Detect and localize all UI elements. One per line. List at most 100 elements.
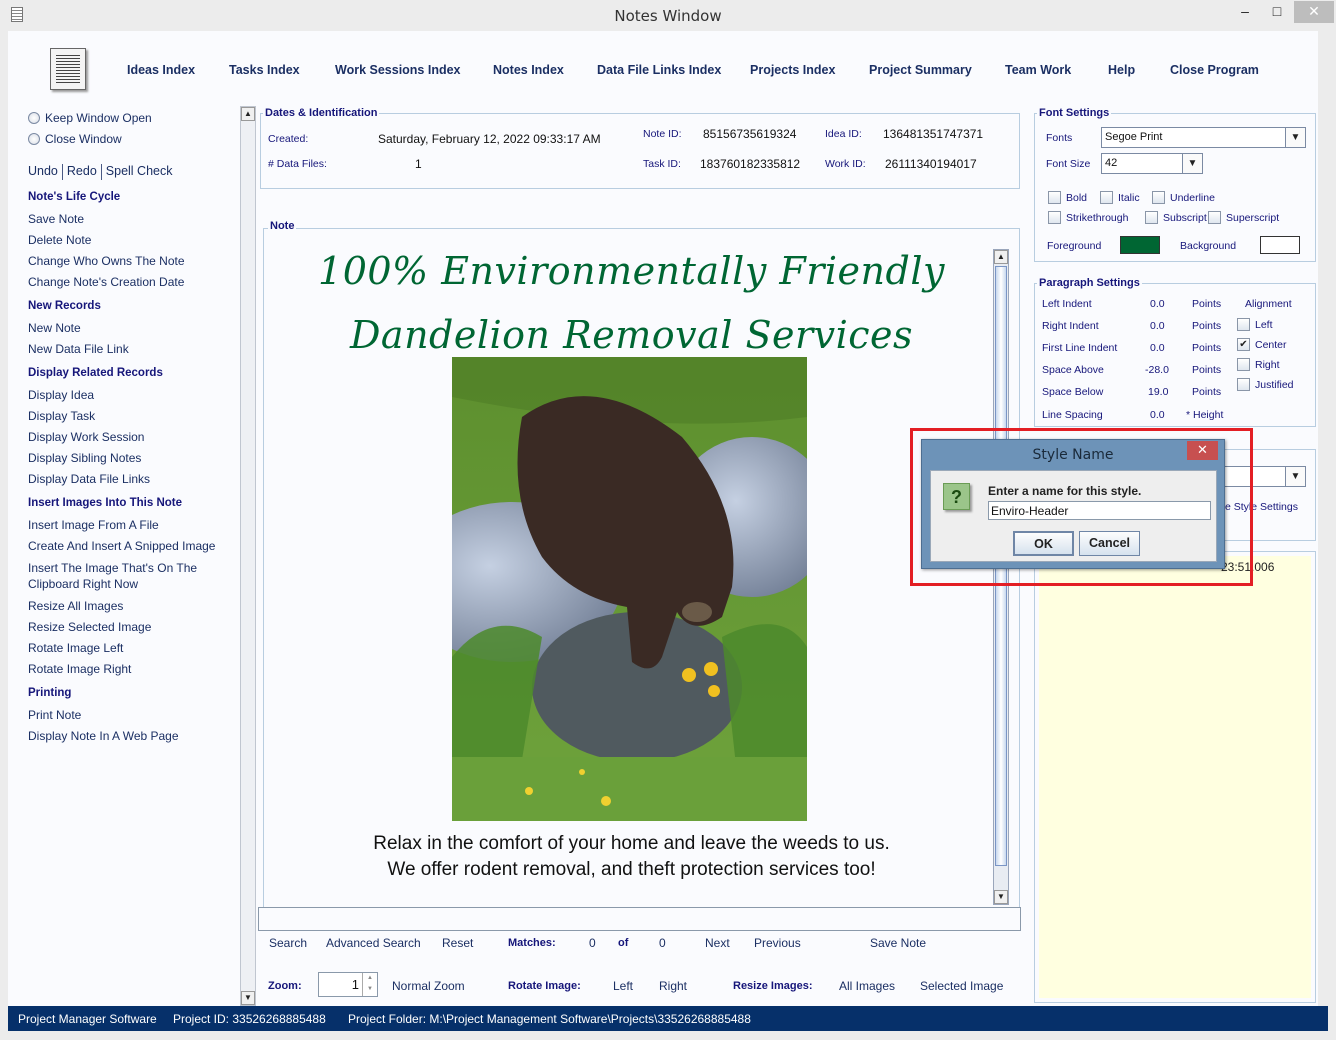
sidebar-item-new-data-file-link[interactable]: New Data File Link	[28, 341, 129, 357]
subscript-checkbox[interactable]: Subscript	[1145, 211, 1207, 224]
minimize-button[interactable]: –	[1230, 1, 1260, 23]
nav-ideas-index[interactable]: Ideas Index	[127, 63, 195, 77]
search-input[interactable]	[258, 907, 1021, 931]
sidebar-item-web-page[interactable]: Display Note In A Web Page	[28, 728, 179, 744]
checkbox-label: Italic	[1118, 191, 1140, 204]
nav-help[interactable]: Help	[1108, 63, 1135, 77]
spinner-arrows-icon[interactable]: ▲ ▼	[362, 973, 377, 996]
checkbox-label: Superscript	[1226, 211, 1280, 224]
info-pane-content	[1039, 556, 1311, 998]
radio-label: Close Window	[45, 132, 122, 146]
status-project-folder: Project Folder: M:\Project Management So…	[348, 1012, 751, 1026]
nav-work-sessions-index[interactable]: Work Sessions Index	[335, 63, 461, 77]
sidebar-item-resize-all[interactable]: Resize All Images	[28, 598, 123, 614]
font-size-select[interactable]: 42 ▼	[1101, 153, 1203, 174]
superscript-checkbox[interactable]: Superscript	[1208, 211, 1279, 224]
sidebar-item-save-note[interactable]: Save Note	[28, 211, 84, 227]
scroll-down-arrow-icon[interactable]: ▼	[994, 890, 1008, 904]
underline-checkbox[interactable]: Underline	[1152, 191, 1215, 204]
sidebar-item-snipped-image[interactable]: Create And Insert A Snipped Image	[28, 538, 215, 554]
space-above-value[interactable]: -28.0	[1145, 364, 1169, 376]
sidebar-item-resize-selected[interactable]: Resize Selected Image	[28, 619, 151, 635]
maximize-button[interactable]: □	[1262, 1, 1292, 23]
rotate-right-link[interactable]: Right	[659, 979, 687, 993]
chevron-down-icon[interactable]: ▼	[1182, 154, 1202, 173]
section-heading-life-cycle: Note's Life Cycle	[28, 191, 121, 203]
sidebar-item-rotate-left[interactable]: Rotate Image Left	[28, 640, 123, 656]
nav-data-file-links-index[interactable]: Data File Links Index	[597, 63, 721, 77]
scroll-down-arrow-icon[interactable]: ▼	[241, 991, 255, 1005]
align-right-checkbox[interactable]: Right	[1237, 358, 1280, 371]
note-image[interactable]	[452, 357, 807, 821]
sidebar-item-rotate-right[interactable]: Rotate Image Right	[28, 661, 131, 677]
italic-checkbox[interactable]: Italic	[1100, 191, 1140, 204]
line-spacing-value[interactable]: 0.0	[1150, 409, 1165, 421]
dialog-close-button[interactable]: ✕	[1187, 441, 1218, 460]
align-center-checkbox[interactable]: ✔ Center	[1237, 338, 1287, 351]
resize-selected-link[interactable]: Selected Image	[920, 979, 1003, 993]
space-below-value[interactable]: 19.0	[1148, 386, 1168, 398]
undo-link[interactable]: Undo	[28, 164, 58, 180]
nav-tasks-index[interactable]: Tasks Index	[229, 63, 300, 77]
scroll-up-arrow-icon[interactable]: ▲	[241, 107, 255, 121]
nav-project-summary[interactable]: Project Summary	[869, 63, 972, 77]
style-name-input[interactable]	[988, 501, 1211, 520]
checkbox-label: Right	[1255, 358, 1280, 371]
font-family-select[interactable]: Segoe Print ▼	[1101, 127, 1306, 148]
matches-label: Matches:	[508, 937, 556, 949]
space-above-label: Space Above	[1042, 364, 1104, 376]
main-scrollbar[interactable]: ▲ ▼	[240, 106, 256, 1006]
previous-link[interactable]: Previous	[754, 936, 801, 950]
sidebar-item-display-data-file-links[interactable]: Display Data File Links	[28, 471, 150, 487]
spell-check-link[interactable]: Spell Check	[106, 164, 173, 180]
sidebar-item-insert-image-file[interactable]: Insert Image From A File	[28, 517, 159, 533]
left-indent-value[interactable]: 0.0	[1150, 298, 1165, 310]
cancel-button[interactable]: Cancel	[1079, 531, 1140, 556]
align-justified-checkbox[interactable]: Justified	[1237, 378, 1294, 391]
align-left-checkbox[interactable]: Left	[1237, 318, 1273, 331]
sidebar-item-clipboard-image[interactable]: Insert The Image That's On The Clipboard…	[28, 560, 218, 592]
normal-zoom-link[interactable]: Normal Zoom	[392, 979, 465, 993]
sidebar-item-display-sibling-notes[interactable]: Display Sibling Notes	[28, 450, 141, 466]
foreground-color-swatch[interactable]	[1120, 236, 1160, 254]
zoom-spinner[interactable]: 1 ▲ ▼	[318, 972, 378, 997]
close-window-radio[interactable]: Close Window	[28, 132, 122, 146]
chevron-down-icon[interactable]: ▼	[1285, 467, 1305, 486]
strikethrough-checkbox[interactable]: Strikethrough	[1048, 211, 1128, 224]
nav-projects-index[interactable]: Projects Index	[750, 63, 835, 77]
search-link[interactable]: Search	[269, 936, 307, 950]
radio-label: Keep Window Open	[45, 111, 152, 125]
sidebar-item-display-work-session[interactable]: Display Work Session	[28, 429, 144, 445]
save-note-link[interactable]: Save Note	[870, 936, 926, 950]
next-link[interactable]: Next	[705, 936, 730, 950]
keep-window-open-radio[interactable]: Keep Window Open	[28, 111, 152, 125]
background-color-swatch[interactable]	[1260, 236, 1300, 254]
bold-checkbox[interactable]: Bold	[1048, 191, 1087, 204]
sidebar-item-new-note[interactable]: New Note	[28, 320, 81, 336]
first-line-indent-value[interactable]: 0.0	[1150, 342, 1165, 354]
nav-close-program[interactable]: Close Program	[1170, 63, 1259, 77]
dialog-prompt: Enter a name for this style.	[988, 484, 1142, 498]
sidebar-item-display-task[interactable]: Display Task	[28, 408, 95, 424]
right-indent-value[interactable]: 0.0	[1150, 320, 1165, 332]
nav-notes-index[interactable]: Notes Index	[493, 63, 564, 77]
resize-all-link[interactable]: All Images	[839, 979, 895, 993]
sidebar-item-delete-note[interactable]: Delete Note	[28, 232, 91, 248]
section-heading-insert-images: Insert Images Into This Note	[28, 497, 182, 509]
advanced-search-link[interactable]: Advanced Search	[326, 936, 421, 950]
nav-team-work[interactable]: Team Work	[1005, 63, 1071, 77]
sidebar-item-print-note[interactable]: Print Note	[28, 707, 81, 723]
ok-button[interactable]: OK	[1013, 531, 1074, 556]
rotate-left-link[interactable]: Left	[613, 979, 633, 993]
sidebar-item-change-creation-date[interactable]: Change Note's Creation Date	[28, 274, 184, 290]
note-body-line2: We offer rodent removal, and theft prote…	[387, 859, 876, 880]
close-window-button[interactable]: ✕	[1294, 1, 1334, 23]
task-id-label: Task ID:	[643, 158, 681, 170]
redo-link[interactable]: Redo	[67, 164, 97, 180]
sidebar-item-change-owner[interactable]: Change Who Owns The Note	[28, 253, 185, 269]
chevron-down-icon[interactable]: ▼	[1285, 128, 1305, 147]
sidebar-item-display-idea[interactable]: Display Idea	[28, 387, 94, 403]
note-editor[interactable]: 100% Environmentally Friendly Dandelion …	[268, 239, 995, 909]
scroll-up-arrow-icon[interactable]: ▲	[994, 250, 1008, 264]
reset-link[interactable]: Reset	[442, 936, 473, 950]
